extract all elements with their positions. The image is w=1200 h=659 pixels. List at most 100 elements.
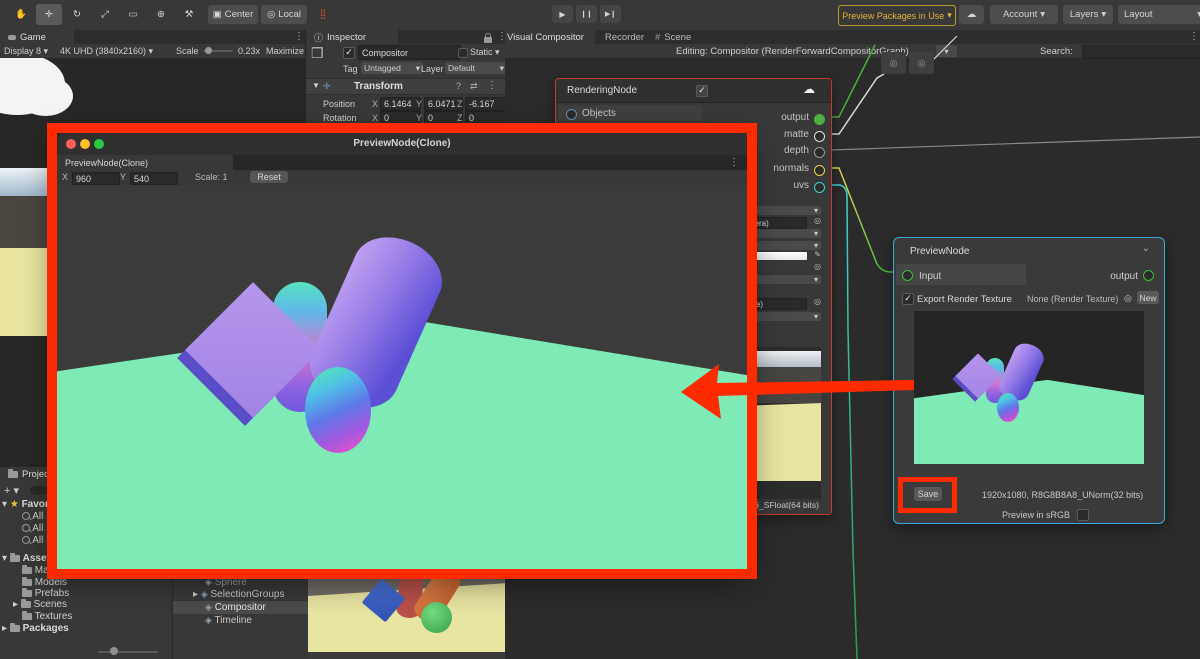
resolution-dropdown[interactable]: 4K UHD (3840x2160) ▾ (60, 46, 153, 57)
folder-icon (8, 469, 18, 478)
game-thumbnail (308, 572, 505, 652)
srgb-checkbox[interactable] (1077, 509, 1089, 521)
layout-dropdown[interactable]: Layout ▾ (1118, 5, 1200, 24)
game-menu-icon[interactable]: ⋮ (294, 31, 304, 42)
account-dropdown[interactable]: Account ▾ (990, 5, 1058, 24)
main-toolbar: ✋ ✛ ↻ ⤢ ▭ ⊕ ⚒ ▣ Center ◎ Local ⣿ ▶ ❙❙ ▶❙ P… (0, 0, 1200, 31)
rotate-tool-icon[interactable]: ↻ (64, 4, 90, 25)
search-icon (22, 536, 30, 545)
pivot-center-button[interactable]: ▣ Center (208, 5, 258, 24)
hierarchy-item-selectiongroups[interactable]: ▸ ◈ SelectionGroups (193, 589, 284, 600)
game-controls: Display 8 ▾ 4K UHD (3840x2160) ▾ Scale 0… (0, 44, 314, 59)
rendering-node-title: RenderingNode (567, 85, 638, 96)
thumbnail-size-slider[interactable] (98, 651, 158, 653)
node-enabled-checkbox[interactable]: ✓ (696, 85, 708, 97)
object-picker-icon[interactable]: ◎ (814, 262, 821, 271)
folder-icon (9, 552, 20, 562)
transform-tool-icon[interactable]: ⊕ (148, 4, 174, 25)
socket-box[interactable]: ◎ (881, 52, 906, 74)
folder-icon (9, 622, 20, 632)
search-icon (22, 512, 30, 521)
input-label: Input (919, 271, 942, 282)
cloud-button[interactable]: ☁ (959, 5, 984, 24)
project-add-button[interactable]: + ▾ (4, 484, 19, 497)
step-button[interactable]: ▶❙ (600, 5, 621, 23)
help-icon[interactable]: ? (456, 81, 461, 91)
hierarchy-item-timeline[interactable]: ◈ Timeline (205, 615, 252, 626)
preview-packages-button[interactable]: Preview Packages in Use ▾ (838, 5, 956, 26)
chevron-down-icon[interactable]: ⌄ (1142, 243, 1150, 254)
hand-tool-icon[interactable]: ✋ (8, 4, 34, 25)
rotation-label: Rotation (323, 113, 357, 123)
snap-grid-icon[interactable]: ⣿ (312, 5, 334, 24)
static-label[interactable]: Static ▾ (470, 47, 500, 58)
static-checkbox[interactable] (458, 48, 468, 58)
layer-dropdown[interactable]: Default ▾ (445, 62, 507, 74)
tab-game[interactable]: Game (0, 30, 74, 44)
output-port[interactable] (814, 131, 825, 142)
preset-icon[interactable]: ⇄ (470, 81, 478, 92)
transform-header[interactable]: ▼ ✛ Transform ? ⇄ ⋮ (306, 78, 506, 95)
star-icon: ★ (9, 499, 19, 510)
rect-tool-icon[interactable]: ▭ (120, 4, 146, 25)
folder-icon (22, 587, 32, 597)
tree-folder-scenes[interactable]: ▸ Scenes (13, 598, 67, 610)
active-checkbox[interactable]: ✓ (343, 47, 355, 59)
tree-packages[interactable]: ▸ Packages (2, 622, 69, 634)
folder-icon (22, 564, 32, 574)
custom-tools-icon[interactable]: ⚒ (176, 4, 202, 25)
position-z-field[interactable]: -6.167 (465, 97, 507, 111)
pivot-local-button[interactable]: ◎ Local (261, 5, 307, 24)
tag-dropdown[interactable]: Untagged ▾ (361, 62, 423, 74)
folder-icon (22, 610, 32, 620)
input-port[interactable] (902, 270, 913, 281)
object-picker-icon[interactable]: ◎ (1124, 293, 1132, 304)
socket-box[interactable]: ◎ (909, 52, 934, 74)
pause-button[interactable]: ❙❙ (576, 5, 597, 23)
tag-label: Tag (343, 64, 358, 74)
display-dropdown[interactable]: Display 8 ▾ (4, 46, 48, 57)
layers-dropdown[interactable]: Layers ▾ (1063, 5, 1113, 24)
thumbnail-size-knob[interactable] (110, 647, 118, 655)
tree-folder-prefabs[interactable]: Prefabs (22, 587, 69, 599)
axis-y: Y (416, 99, 423, 109)
input-port[interactable] (566, 109, 577, 120)
input-row[interactable] (896, 264, 1026, 285)
scale-slider-knob[interactable] (205, 47, 212, 54)
output-port[interactable] (814, 165, 825, 176)
chevron-down-icon: ▾ (1101, 9, 1107, 20)
rendering-node-titlebar[interactable]: RenderingNode ✓ ☁ (556, 79, 831, 103)
export-checkbox[interactable]: ✓ (902, 293, 914, 305)
info-icon: ⓘ (314, 32, 324, 43)
lock-icon[interactable] (484, 33, 492, 43)
node-input-objects[interactable]: Objects (558, 105, 702, 121)
eyedropper-icon[interactable]: ✎ (814, 250, 821, 259)
tab-inspector[interactable]: ⓘ Inspector (306, 30, 398, 44)
output-port[interactable] (814, 114, 825, 125)
output-label: uvs (793, 180, 809, 191)
object-name-field[interactable]: Compositor (358, 45, 461, 60)
hierarchy-item-compositor[interactable]: ◈ Compositor (205, 602, 266, 613)
texture-value[interactable]: None (Render Texture) (1027, 294, 1118, 304)
axis-x: X (372, 99, 379, 109)
folder-icon (22, 576, 32, 586)
position-x-field[interactable]: 6.1464 (380, 97, 421, 111)
move-tool-icon[interactable]: ✛ (36, 4, 62, 25)
object-picker-icon[interactable]: ◎ (814, 297, 821, 306)
gamepad-icon (8, 34, 16, 40)
scale-tool-icon[interactable]: ⤢ (92, 4, 118, 25)
transform-menu-icon[interactable]: ⋮ (487, 80, 497, 91)
thumb-green-sphere (421, 602, 452, 633)
transform-title: Transform (354, 81, 403, 92)
new-texture-button[interactable]: New (1137, 291, 1159, 304)
output-label: normals (773, 163, 809, 174)
gameobject-icon: ◈ (205, 615, 212, 625)
output-port[interactable] (814, 147, 825, 158)
preview-thumbnail (914, 311, 1144, 464)
object-picker-icon[interactable]: ◎ (814, 216, 821, 225)
project-search-input[interactable] (30, 486, 48, 495)
output-port[interactable] (1143, 270, 1154, 281)
output-port[interactable] (814, 182, 825, 193)
tree-folder-textures[interactable]: Textures (22, 610, 72, 622)
play-button[interactable]: ▶ (552, 5, 573, 23)
